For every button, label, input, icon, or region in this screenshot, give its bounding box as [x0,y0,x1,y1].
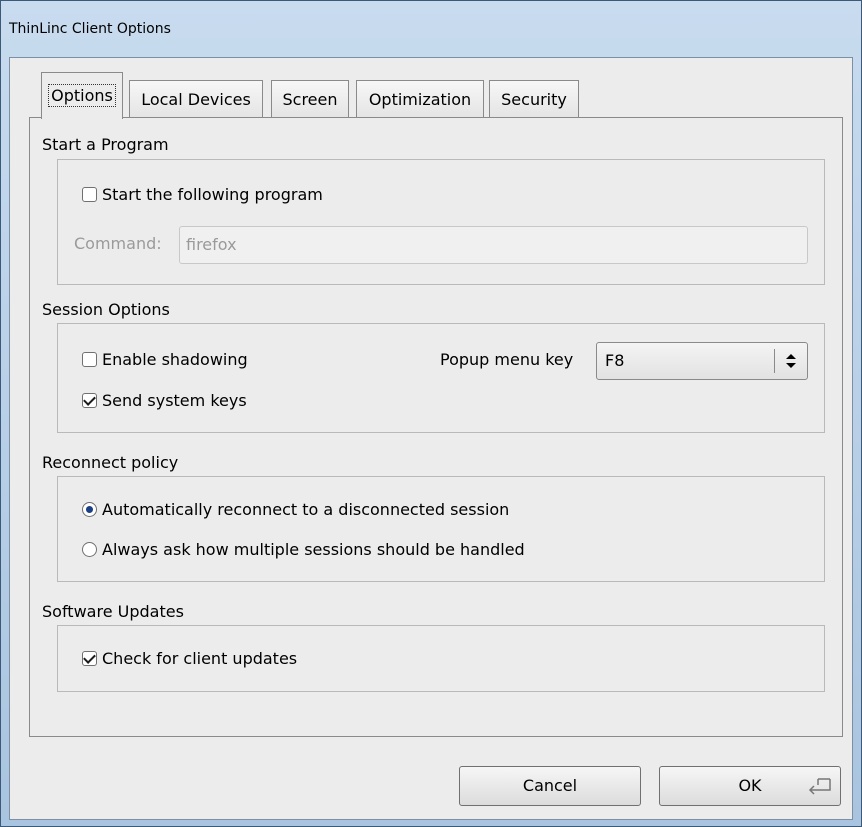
tab-label: Security [501,90,567,109]
start-program-title: Start a Program [42,135,169,154]
reconnect-policy-title: Reconnect policy [42,453,179,472]
tab-security[interactable]: Security [489,80,579,118]
system-keys-label[interactable]: Send system keys [102,391,247,410]
auto-reconnect-label[interactable]: Automatically reconnect to a disconnecte… [102,500,509,519]
tab-label: Options [48,84,116,107]
start-program-label[interactable]: Start the following program [102,185,323,204]
tab-screen[interactable]: Screen [271,80,349,118]
command-label: Command: [74,234,162,253]
check-updates-checkbox[interactable] [82,651,97,666]
tab-options[interactable]: Options [41,72,123,119]
popup-menu-key-label: Popup menu key [440,350,574,369]
popup-menu-key-value: F8 [605,351,625,370]
shadowing-label[interactable]: Enable shadowing [102,350,248,369]
check-updates-label[interactable]: Check for client updates [102,649,297,668]
always-ask-radio[interactable] [82,542,97,557]
command-field[interactable]: firefox [179,226,808,264]
tab-label: Local Devices [141,90,251,109]
tab-local-devices[interactable]: Local Devices [129,80,263,118]
window-title: ThinLinc Client Options [9,21,171,37]
select-divider [774,349,775,373]
enter-key-icon [808,778,831,795]
software-updates-title: Software Updates [42,602,184,621]
start-program-group [57,159,825,285]
session-options-title: Session Options [42,300,170,319]
ok-label: OK [738,776,762,795]
cancel-button[interactable]: Cancel [459,766,641,806]
always-ask-label[interactable]: Always ask how multiple sessions should … [102,540,525,559]
start-program-checkbox[interactable] [82,187,97,202]
popup-menu-key-select[interactable]: F8 [596,342,808,380]
title-bar[interactable]: ThinLinc Client Options [1,1,861,57]
system-keys-checkbox[interactable] [82,393,97,408]
ok-button[interactable]: OK [659,766,841,806]
shadowing-checkbox[interactable] [82,352,97,367]
tab-label: Screen [282,90,338,109]
auto-reconnect-radio[interactable] [82,502,97,517]
reconnect-policy-group [57,476,825,582]
updown-arrows-icon [786,354,796,368]
dialog-window: ThinLinc Client Options Options Local De… [0,0,862,827]
tab-optimization[interactable]: Optimization [356,80,484,118]
tab-label: Optimization [368,90,472,109]
